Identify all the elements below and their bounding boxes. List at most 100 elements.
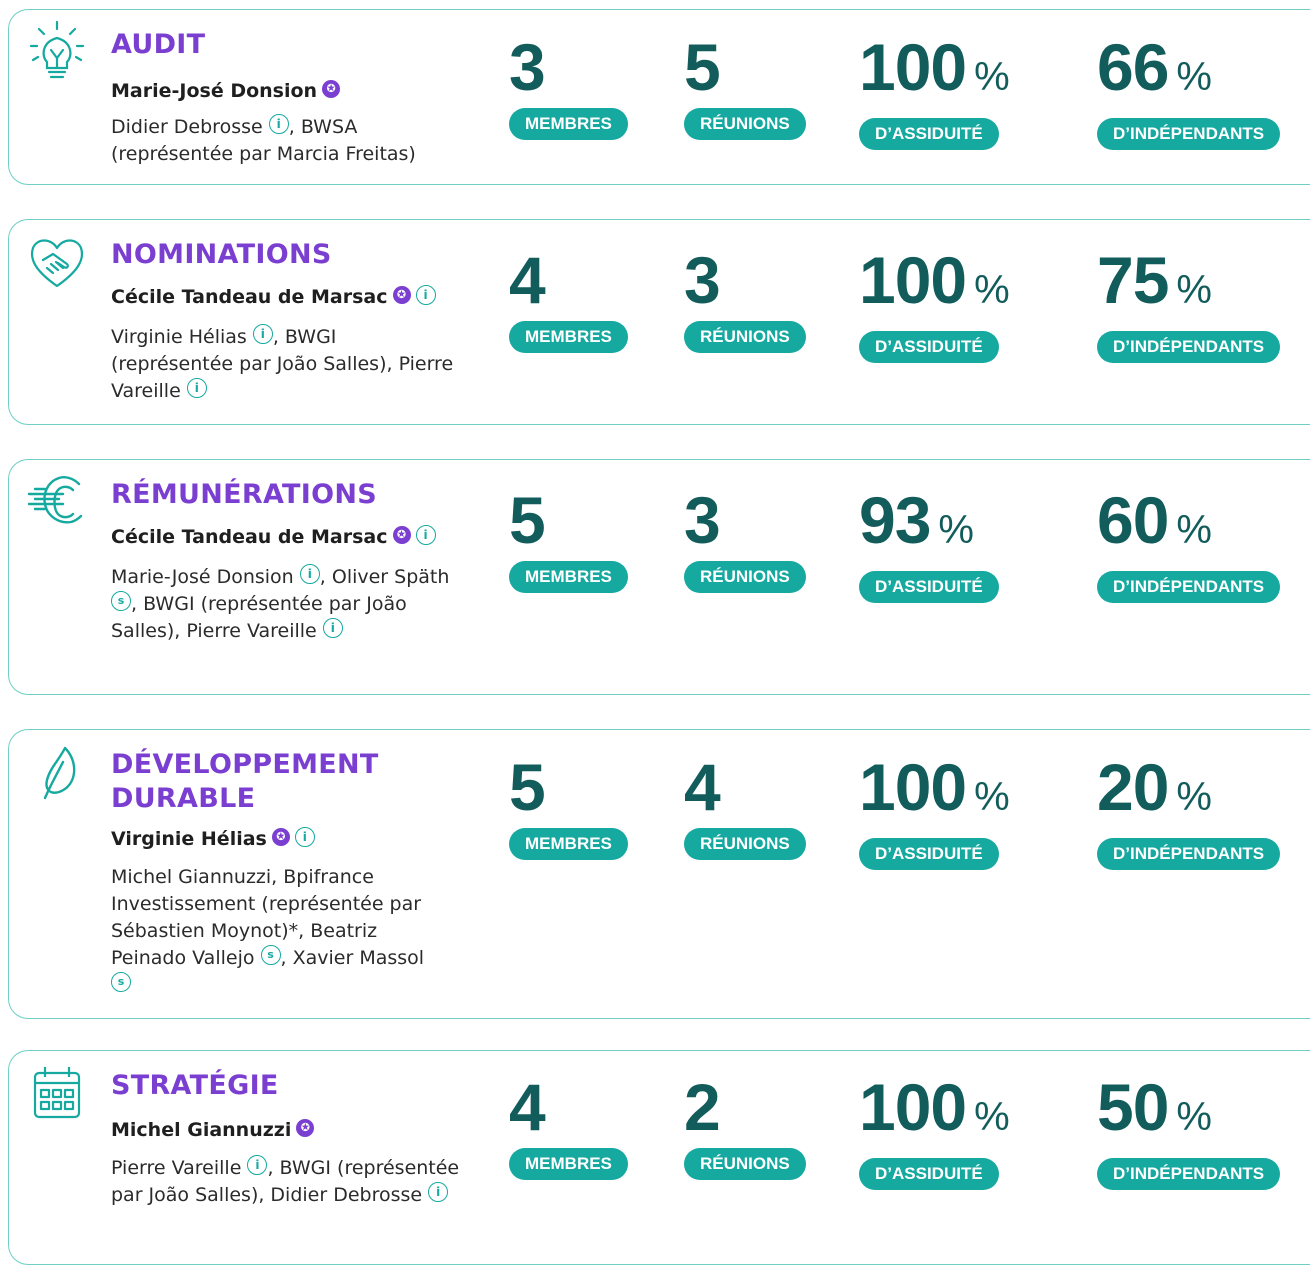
committee-title: NOMINATIONS [111, 239, 332, 270]
committee-title: DÉVELOPPEMENT DURABLE [111, 749, 379, 814]
stat-independants: 20% D’INDÉPENDANTS [1097, 754, 1281, 870]
percent-sign: % [1176, 775, 1212, 819]
percent-sign: % [1176, 55, 1212, 99]
committee-chair: Cécile Tandeau de Marsac ✪ i [111, 285, 436, 308]
independent-icon: i [428, 1181, 449, 1202]
stat-assiduite: 100% D’ASSIDUITÉ [859, 34, 1010, 150]
committee-members: Didier Debrosse i, BWSA (représentée par… [111, 113, 461, 168]
stat-label-pill: RÉUNIONS [684, 108, 806, 140]
stat-value: 75 [1097, 243, 1169, 317]
independent-icon: i [186, 377, 207, 398]
stat-label-pill: RÉUNIONS [684, 321, 806, 353]
stat-label-pill: RÉUNIONS [684, 828, 806, 860]
stat-label-pill: D’ASSIDUITÉ [859, 331, 999, 363]
independent-icon: i [252, 323, 273, 344]
calendar-icon [23, 1061, 91, 1125]
s-badge-icon: s [111, 590, 131, 611]
independent-icon: i [294, 827, 315, 847]
stat-label-pill: RÉUNIONS [684, 561, 806, 593]
stat-label-pill: RÉUNIONS [684, 1148, 806, 1180]
stat-label-pill: D’ASSIDUITÉ [859, 1158, 999, 1190]
s-badge-icon: s [260, 944, 281, 965]
committee-card-strategie: STRATÉGIE Michel Giannuzzi ✪ Pierre Vare… [8, 1049, 1310, 1265]
stat-label-pill: MEMBRES [509, 561, 628, 593]
stat-reunions: 4 RÉUNIONS [684, 754, 806, 860]
stat-assiduite: 100% D’ASSIDUITÉ [859, 1074, 1010, 1190]
independent-icon: i [268, 113, 289, 134]
stat-label-pill: MEMBRES [509, 321, 628, 353]
stat-label-pill: D’ASSIDUITÉ [859, 838, 999, 870]
stat-value: 4 [509, 1070, 546, 1144]
stat-label-pill: MEMBRES [509, 1148, 628, 1180]
stat-label-pill: MEMBRES [509, 108, 628, 140]
stat-independants: 75% D’INDÉPENDANTS [1097, 247, 1281, 363]
s-badge-icon: s [111, 971, 131, 992]
committee-members: Pierre Vareille i, BWGI (représentée par… [111, 1154, 461, 1209]
stat-independants: 66% D’INDÉPENDANTS [1097, 34, 1281, 150]
stat-value: 3 [684, 483, 721, 557]
committee-title: AUDIT [111, 29, 206, 60]
committee-members: Virginie Hélias i, BWGI (représentée par… [111, 323, 461, 405]
chair-star-icon: ✪ [392, 526, 411, 544]
chair-name: Cécile Tandeau de Marsac [111, 286, 388, 308]
percent-sign: % [974, 268, 1010, 312]
stat-value: 4 [509, 243, 546, 317]
stat-label-pill: D’INDÉPENDANTS [1097, 571, 1281, 603]
stat-label-pill: D’INDÉPENDANTS [1097, 331, 1281, 363]
chair-star-icon: ✪ [392, 286, 411, 304]
stat-value: 100 [859, 1070, 967, 1144]
independent-icon: i [415, 285, 436, 305]
stat-independants: 60% D’INDÉPENDANTS [1097, 487, 1281, 603]
stat-membres: 3 MEMBRES [509, 34, 628, 140]
stat-assiduite: 100% D’ASSIDUITÉ [859, 754, 1010, 870]
stat-reunions: 3 RÉUNIONS [684, 487, 806, 593]
stat-value: 5 [509, 483, 546, 557]
percent-sign: % [1176, 1095, 1212, 1139]
committee-chair: Cécile Tandeau de Marsac ✪ i [111, 525, 436, 548]
chair-star-icon: ✪ [322, 80, 341, 98]
committee-members: Marie-José Donsion i, Oliver Späth s, BW… [111, 563, 461, 645]
committee-chair: Virginie Hélias ✪ i [111, 827, 315, 850]
stat-value: 93 [859, 483, 931, 557]
chair-name: Marie-José Donsion [111, 80, 318, 102]
independent-icon: i [247, 1154, 268, 1175]
stat-value: 100 [859, 30, 967, 104]
independent-icon: i [415, 525, 436, 545]
stat-value: 60 [1097, 483, 1169, 557]
stat-value: 2 [684, 1070, 721, 1144]
stat-label-pill: D’ASSIDUITÉ [859, 571, 999, 603]
committee-title: STRATÉGIE [111, 1070, 279, 1101]
stat-value: 3 [684, 243, 721, 317]
stat-independants: 50% D’INDÉPENDANTS [1097, 1074, 1281, 1190]
stat-value: 5 [509, 750, 546, 824]
committee-card-audit: AUDIT Marie-José Donsion ✪ Didier Debros… [8, 8, 1310, 185]
committee-chair: Michel Giannuzzi ✪ [111, 1119, 315, 1141]
stat-value: 50 [1097, 1070, 1169, 1144]
percent-sign: % [1176, 268, 1212, 312]
chair-name: Michel Giannuzzi [111, 1119, 292, 1141]
percent-sign: % [974, 775, 1010, 819]
stat-value: 3 [509, 30, 546, 104]
stat-membres: 5 MEMBRES [509, 754, 628, 860]
stat-assiduite: 93% D’ASSIDUITÉ [859, 487, 999, 603]
chair-name: Cécile Tandeau de Marsac [111, 526, 388, 548]
independent-icon: i [299, 563, 320, 584]
stat-membres: 4 MEMBRES [509, 1074, 628, 1180]
committee-title: RÉMUNÉRATIONS [111, 479, 378, 510]
stat-label-pill: MEMBRES [509, 828, 628, 860]
percent-sign: % [938, 508, 974, 552]
stat-value: 20 [1097, 750, 1169, 824]
euro-icon [23, 470, 91, 534]
chair-star-icon: ✪ [296, 1119, 315, 1137]
stat-membres: 4 MEMBRES [509, 247, 628, 353]
stat-value: 66 [1097, 30, 1169, 104]
stat-membres: 5 MEMBRES [509, 487, 628, 593]
stat-value: 5 [684, 30, 721, 104]
committee-card-nominations: NOMINATIONS Cécile Tandeau de Marsac ✪ i… [8, 218, 1310, 425]
chair-star-icon: ✪ [271, 828, 290, 846]
committee-card-remunerations: RÉMUNÉRATIONS Cécile Tandeau de Marsac ✪… [8, 458, 1310, 695]
percent-sign: % [974, 55, 1010, 99]
stat-assiduite: 100% D’ASSIDUITÉ [859, 247, 1010, 363]
stat-label-pill: D’INDÉPENDANTS [1097, 118, 1281, 150]
stat-value: 4 [684, 750, 721, 824]
